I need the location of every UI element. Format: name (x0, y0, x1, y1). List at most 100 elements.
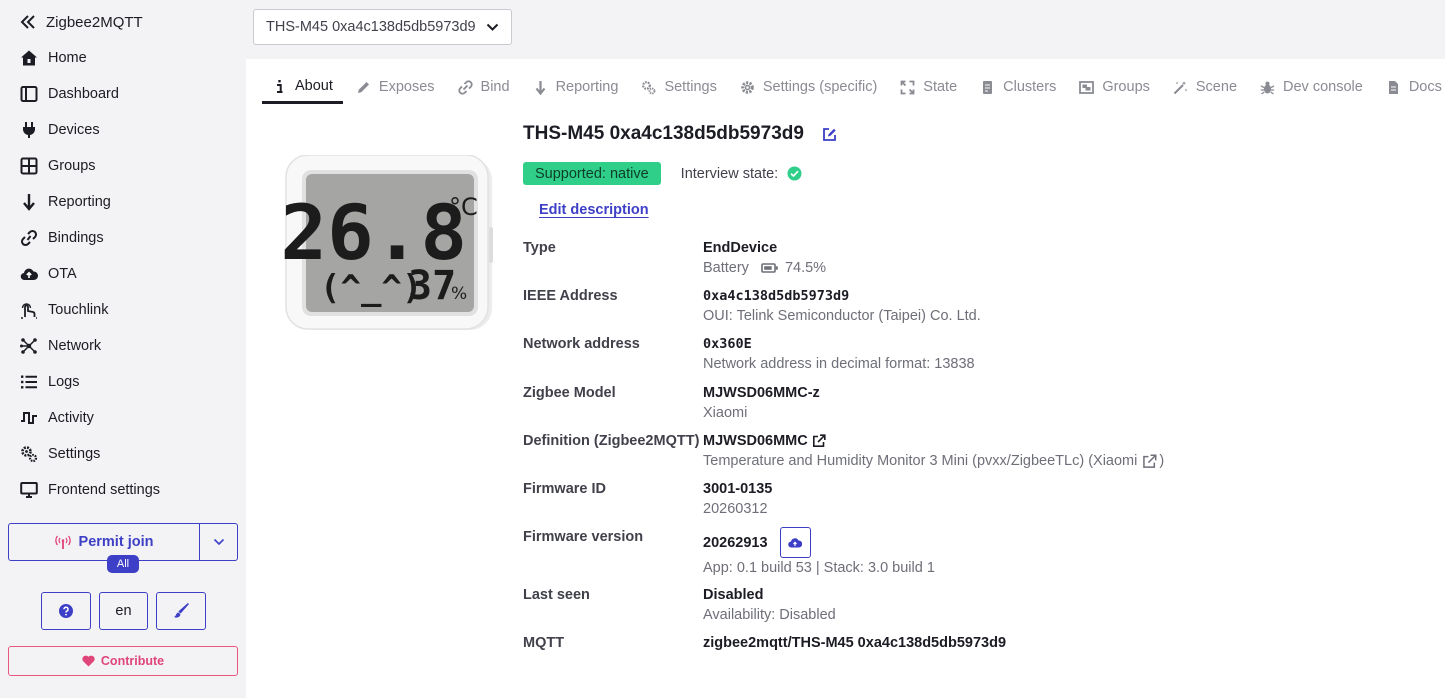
broadcast-icon (54, 535, 71, 549)
expand-icon (900, 80, 915, 94)
tab-label: About (295, 78, 333, 94)
bug-icon (1260, 81, 1275, 95)
check-circle-icon (787, 166, 802, 181)
info-label: Network address (523, 336, 640, 352)
status-row: Supported: native Interview state: (523, 162, 802, 185)
interview-label: Interview state: (680, 165, 779, 182)
object-group-icon (1079, 80, 1095, 94)
permit-join-button[interactable]: Permit join (9, 524, 200, 560)
info-label: Zigbee Model (523, 385, 616, 401)
sidebar-item-network[interactable]: Network (20, 328, 240, 364)
theme-button[interactable] (156, 592, 206, 630)
tab-settings-specific[interactable]: Settings (specific) (730, 71, 887, 103)
brand[interactable]: Zigbee2MQTT (20, 10, 143, 34)
link-icon (457, 79, 473, 95)
tab-bind[interactable]: Bind (448, 71, 520, 103)
sidebar-item-label: Reporting (48, 194, 111, 210)
chevron-down-icon (213, 538, 224, 546)
sidebar-item-settings[interactable]: Settings (20, 436, 240, 472)
tab-clusters[interactable]: Clusters (970, 71, 1066, 103)
info-value: 0xa4c138d5db5973d9 (703, 288, 850, 304)
language-button[interactable]: en (99, 592, 148, 630)
info-label: Last seen (523, 587, 590, 603)
sidebar-item-dashboard[interactable]: Dashboard (20, 76, 240, 112)
device-select-value: THS-M45 0xa4c138d5db5973d9 (266, 19, 476, 35)
sidebar-item-activity[interactable]: Activity (20, 400, 240, 436)
question-circle-icon (59, 604, 73, 618)
tab-docs[interactable]: Docs (1376, 71, 1445, 103)
sidebar-item-touchlink[interactable]: Touchlink (20, 292, 240, 328)
tab-label: State (923, 79, 958, 95)
info-value: Disabled (703, 587, 764, 603)
info-value: MJWSD06MMC-z (703, 385, 820, 401)
info-label: Firmware ID (523, 481, 606, 497)
tab-label: Docs (1408, 79, 1442, 95)
info-value: MJWSD06MMC (703, 433, 808, 449)
edit-description-link[interactable]: Edit description (539, 202, 649, 218)
external-link-icon[interactable] (1142, 454, 1157, 469)
supported-badge: Supported: native (523, 162, 661, 185)
edit-icon[interactable] (822, 127, 837, 142)
tab-reporting[interactable]: Reporting (523, 71, 629, 103)
check-ota-button[interactable] (779, 527, 811, 558)
sidebar-item-home[interactable]: Home (20, 40, 240, 76)
tab-label: Clusters (1003, 79, 1057, 95)
network-icon (20, 338, 37, 354)
help-button[interactable] (41, 592, 91, 630)
contribute-button[interactable]: Contribute (8, 646, 238, 676)
sidebar-item-reporting[interactable]: Reporting (20, 184, 240, 220)
device-panel: About Exposes Bind Reporting Settings Se… (246, 59, 1445, 698)
arrow-down-icon (535, 80, 545, 95)
info-sub: App: 0.1 build 53 | Stack: 3.0 build 1 (703, 560, 935, 576)
device-select[interactable]: THS-M45 0xa4c138d5db5973d9 (253, 9, 512, 45)
gears-icon (642, 80, 656, 94)
collapse-chevrons-icon[interactable] (20, 14, 36, 30)
definition-close: ) (1159, 453, 1165, 469)
sidebar-nav: Home Dashboard Devices Groups Reporting … (20, 40, 240, 508)
sidebar-item-frontend-settings[interactable]: Frontend settings (20, 472, 240, 508)
tab-state[interactable]: State (890, 71, 967, 103)
tab-dev-console[interactable]: Dev console (1250, 71, 1373, 103)
tab-label: Exposes (378, 79, 435, 95)
lcd-face: (^_^) (320, 268, 422, 308)
heart-icon (82, 655, 95, 667)
sidebar-item-ota[interactable]: OTA (20, 256, 240, 292)
grid-icon (20, 157, 38, 175)
tab-label: Scene (1195, 79, 1238, 95)
sidebar-item-label: OTA (48, 266, 77, 282)
info-label: MQTT (523, 635, 565, 651)
sidebar-item-groups[interactable]: Groups (20, 148, 240, 184)
permit-join-dropdown[interactable] (200, 524, 237, 560)
sidebar: Zigbee2MQTT Home Dashboard Devices Group… (0, 0, 246, 698)
sidebar-utility-buttons: en (41, 592, 206, 630)
brand-title: Zigbee2MQTT (46, 13, 143, 31)
tab-scene[interactable]: Scene (1163, 71, 1247, 103)
info-sub: Battery 74.5% (703, 260, 826, 276)
permit-join-label: Permit join (78, 534, 154, 550)
tab-settings[interactable]: Settings (631, 71, 726, 103)
sidebar-item-label: Groups (48, 158, 96, 174)
info-sub: Availability: Disabled (703, 607, 836, 623)
tab-groups[interactable]: Groups (1069, 71, 1160, 103)
info-label: Firmware version (523, 529, 644, 545)
page-title: THS-M45 0xa4c138d5db5973d9 (523, 123, 837, 145)
info-value: zigbee2mqtt/THS-M45 0xa4c138d5db5973d9 (703, 635, 1007, 651)
definition-link[interactable]: MJWSD06MMC (703, 433, 826, 449)
info-label: Definition (Zigbee2MQTT) (523, 433, 700, 449)
tab-exposes[interactable]: Exposes (346, 71, 445, 103)
info-value: 3001-0135 (703, 481, 773, 497)
info-sub: 20260312 (703, 501, 768, 517)
file-icon (983, 80, 993, 94)
tab-about[interactable]: About (262, 71, 343, 104)
sidebar-item-devices[interactable]: Devices (20, 112, 240, 148)
info-value-wrap: 20262913 (703, 527, 811, 558)
battery-icon (761, 263, 778, 273)
sidebar-item-logs[interactable]: Logs (20, 364, 240, 400)
sidebar-item-label: Dashboard (48, 86, 119, 102)
sidebar-item-label: Home (48, 50, 87, 66)
sidebar-item-bindings[interactable]: Bindings (20, 220, 240, 256)
tab-label: Settings (specific) (762, 79, 878, 95)
info-label: Type (523, 240, 556, 256)
definition-description: Temperature and Humidity Monitor 3 Mini … (703, 453, 1138, 469)
sidebar-item-label: Frontend settings (48, 482, 161, 498)
